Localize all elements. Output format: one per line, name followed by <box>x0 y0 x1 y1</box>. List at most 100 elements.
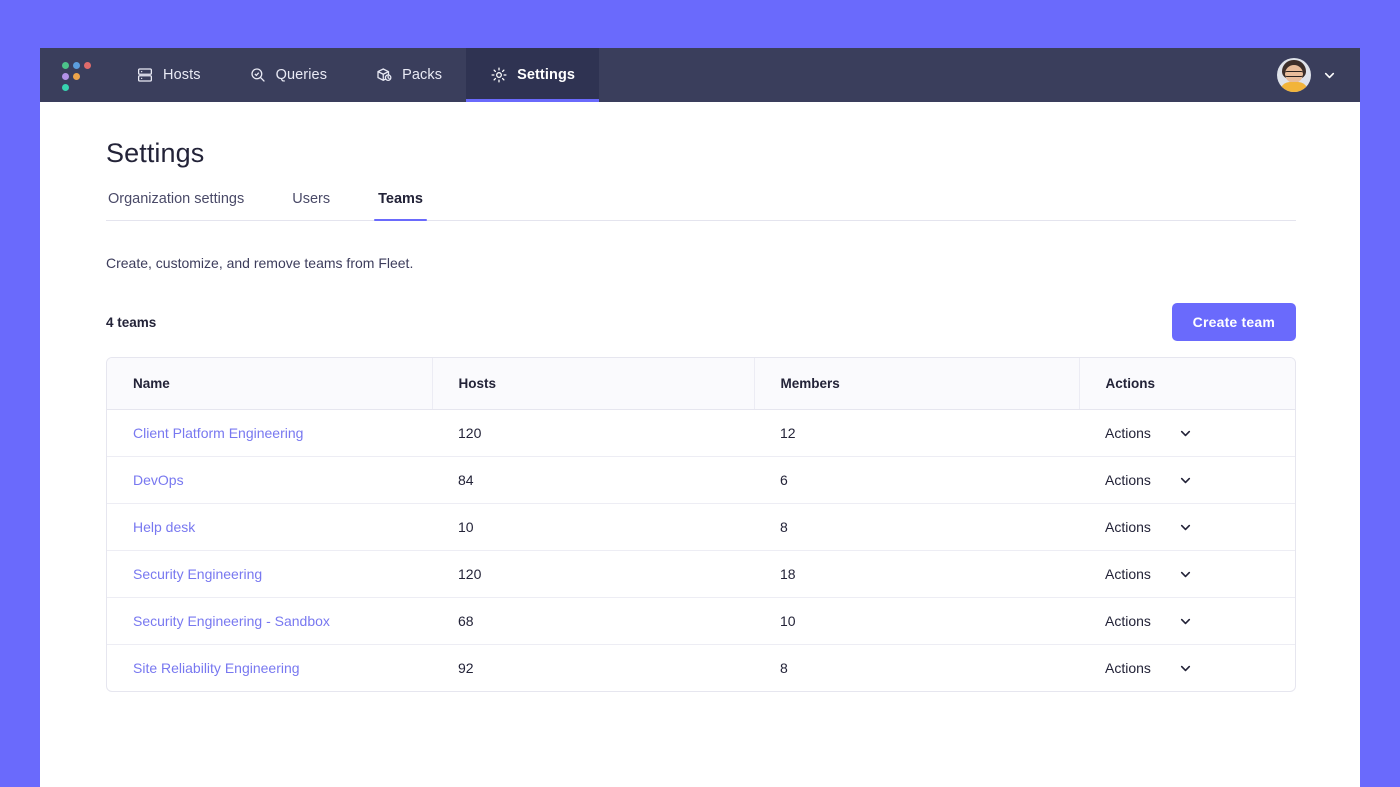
table-row: Security Engineering - Sandbox 68 10 Action… <box>107 597 1295 645</box>
avatar-body <box>1280 82 1308 92</box>
cell-members-count: 18 <box>754 550 1079 598</box>
table-header-row: Name Hosts Members Actions <box>107 358 1295 410</box>
cell-actions: Actions <box>1079 597 1295 645</box>
teams-list-header: 4 teams Create team <box>106 303 1296 341</box>
team-name-link[interactable]: Security Engineering - Sandbox <box>133 613 330 629</box>
logo-dot-orange <box>73 73 80 80</box>
row-actions-dropdown[interactable]: Actions <box>1105 566 1192 582</box>
row-actions-label: Actions <box>1105 519 1151 535</box>
chevron-down-icon[interactable] <box>1179 521 1192 534</box>
cell-actions: Actions <box>1079 409 1295 457</box>
column-header-hosts[interactable]: Hosts <box>432 358 755 410</box>
tab-organization-settings[interactable]: Organization settings <box>106 191 246 220</box>
team-name-link[interactable]: Help desk <box>133 519 195 535</box>
chevron-down-icon[interactable] <box>1179 474 1192 487</box>
nav-item-queries-label: Queries <box>275 67 328 83</box>
settings-tab-bar: Organization settings Users Teams <box>106 191 1296 221</box>
chevron-down-icon[interactable] <box>1179 662 1192 675</box>
team-count: 4 teams <box>106 314 157 330</box>
top-navigation-bar: Hosts Queries Packs Settings <box>40 48 1360 102</box>
row-actions-label: Actions <box>1105 613 1151 629</box>
cell-members-count: 8 <box>754 503 1079 551</box>
teams-table-container: Name Hosts Members Actions Client Platfo… <box>106 357 1296 692</box>
row-actions-dropdown[interactable]: Actions <box>1105 425 1192 441</box>
chevron-down-icon[interactable] <box>1179 615 1192 628</box>
teams-table-body: Client Platform Engineering 120 12 Actions D… <box>107 409 1295 692</box>
teams-table-head: Name Hosts Members Actions <box>107 358 1295 410</box>
table-row: Client Platform Engineering 120 12 Actions <box>107 409 1295 457</box>
nav-item-settings-label: Settings <box>517 67 576 83</box>
logo-dot-red <box>84 62 91 69</box>
cell-hosts-count: 10 <box>432 503 754 551</box>
cell-team-name: Security Engineering - Sandbox <box>107 597 432 645</box>
chevron-down-icon[interactable] <box>1179 427 1192 440</box>
team-name-link[interactable]: Security Engineering <box>133 566 262 582</box>
cell-team-name: Site Reliability Engineering <box>107 645 432 692</box>
cell-team-name: DevOps <box>107 456 432 504</box>
nav-item-packs[interactable]: Packs <box>351 48 466 102</box>
app-window: Hosts Queries Packs Settings Settings Or… <box>40 48 1360 787</box>
table-row: Security Engineering 120 18 Actions <box>107 550 1295 598</box>
row-actions-label: Actions <box>1105 660 1151 676</box>
tab-users[interactable]: Users <box>290 191 332 220</box>
nav-item-hosts[interactable]: Hosts <box>112 48 225 102</box>
row-actions-label: Actions <box>1105 425 1151 441</box>
table-row: Help desk 10 8 Actions <box>107 503 1295 551</box>
create-team-button[interactable]: Create team <box>1171 303 1296 341</box>
tab-organization-settings-label: Organization settings <box>108 191 245 207</box>
cell-hosts-count: 84 <box>432 456 754 504</box>
row-actions-dropdown[interactable]: Actions <box>1105 519 1192 535</box>
column-header-name[interactable]: Name <box>107 358 433 410</box>
team-name-link[interactable]: DevOps <box>133 472 184 488</box>
cell-actions: Actions <box>1079 503 1295 551</box>
gear-icon <box>490 66 508 84</box>
cell-hosts-count: 120 <box>432 550 754 598</box>
fleet-logo[interactable] <box>40 48 112 102</box>
settings-content: Settings Organization settings Users Tea… <box>40 102 1360 692</box>
cell-members-count: 6 <box>754 456 1079 504</box>
package-clock-icon <box>375 66 393 84</box>
teams-table: Name Hosts Members Actions Client Platfo… <box>107 358 1295 691</box>
row-actions-dropdown[interactable]: Actions <box>1105 613 1192 629</box>
nav-item-hosts-label: Hosts <box>163 67 201 83</box>
cell-actions: Actions <box>1079 645 1295 692</box>
fleet-logo-dots <box>61 60 91 91</box>
logo-dot-green <box>62 62 69 69</box>
cell-members-count: 10 <box>754 597 1079 645</box>
cell-hosts-count: 68 <box>432 597 754 645</box>
column-header-members[interactable]: Members <box>754 358 1080 410</box>
logo-dot-blue <box>73 62 80 69</box>
user-avatar[interactable] <box>1277 58 1311 92</box>
primary-nav-items: Hosts Queries Packs Settings <box>112 48 600 102</box>
cell-actions: Actions <box>1079 456 1295 504</box>
chevron-down-icon[interactable] <box>1323 69 1336 82</box>
nav-item-settings[interactable]: Settings <box>466 48 600 102</box>
chevron-down-icon[interactable] <box>1179 568 1192 581</box>
teams-description: Create, customize, and remove teams from… <box>106 255 414 271</box>
tab-users-label: Users <box>292 191 331 207</box>
team-name-link[interactable]: Client Platform Engineering <box>133 425 303 441</box>
server-icon <box>136 66 154 84</box>
search-check-icon <box>249 66 267 84</box>
tab-teams-label: Teams <box>378 191 423 207</box>
page-title: Settings <box>106 138 205 168</box>
row-actions-label: Actions <box>1105 472 1151 488</box>
row-actions-dropdown[interactable]: Actions <box>1105 660 1192 676</box>
cell-actions: Actions <box>1079 550 1295 598</box>
team-name-link[interactable]: Site Reliability Engineering <box>133 660 300 676</box>
tab-teams[interactable]: Teams <box>374 191 427 221</box>
row-actions-label: Actions <box>1105 566 1151 582</box>
cell-team-name: Security Engineering <box>107 550 432 598</box>
user-menu[interactable] <box>1277 48 1360 102</box>
column-header-actions: Actions <box>1079 358 1295 410</box>
nav-item-packs-label: Packs <box>402 67 443 83</box>
cell-members-count: 8 <box>780 660 788 676</box>
avatar-glasses <box>1284 71 1304 77</box>
table-row: Site Reliability Engineering 92 8 Actions <box>107 645 1295 692</box>
table-row: DevOps 84 6 Actions <box>107 456 1295 504</box>
row-actions-dropdown[interactable]: Actions <box>1105 472 1192 488</box>
nav-item-queries[interactable]: Queries <box>225 48 351 102</box>
cell-team-name: Help desk <box>107 503 432 551</box>
logo-dot-purple <box>62 73 69 80</box>
